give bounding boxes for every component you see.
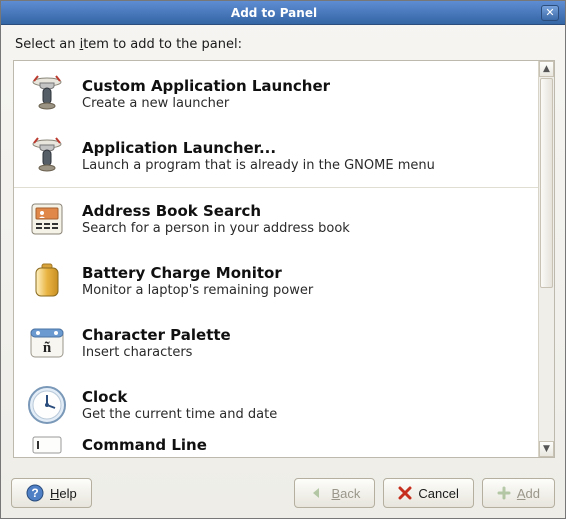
back-button: Back — [294, 478, 375, 508]
list-item[interactable]: ñ Character Palette Insert characters — [14, 312, 538, 374]
cancel-button[interactable]: Cancel — [383, 478, 473, 508]
add-to-panel-dialog: Add to Panel ✕ Select an item to add to … — [0, 0, 566, 519]
list-item[interactable]: Custom Application Launcher Create a new… — [14, 63, 538, 125]
add-button: Add — [482, 478, 555, 508]
item-title: Application Launcher... — [82, 139, 435, 157]
clock-icon — [24, 382, 70, 428]
vertical-scrollbar[interactable]: ▲ ▼ — [538, 61, 554, 457]
item-desc: Launch a program that is already in the … — [82, 158, 435, 173]
list-item[interactable]: Clock Get the current time and date — [14, 374, 538, 436]
item-desc: Insert characters — [82, 345, 231, 360]
item-title: Character Palette — [82, 326, 231, 344]
list-item[interactable]: Command Line — [14, 436, 538, 457]
dialog-body: Select an item to add to the panel: Cust… — [1, 25, 565, 468]
svg-text:ñ: ñ — [43, 340, 52, 356]
cancel-icon — [398, 486, 412, 500]
launcher-icon — [24, 133, 70, 179]
window-close-button[interactable]: ✕ — [541, 5, 559, 21]
applet-list[interactable]: Custom Application Launcher Create a new… — [14, 61, 538, 457]
item-desc: Create a new launcher — [82, 96, 330, 111]
item-title: Command Line — [82, 436, 207, 454]
help-icon: ? — [26, 484, 44, 502]
character-palette-icon: ñ — [24, 320, 70, 366]
titlebar: Add to Panel ✕ — [1, 1, 565, 25]
dialog-footer: ? Help Back Cancel Add — [1, 468, 565, 518]
item-title: Address Book Search — [82, 202, 350, 220]
list-item[interactable]: Battery Charge Monitor Monitor a laptop'… — [14, 250, 538, 312]
window-title: Add to Panel — [7, 6, 541, 20]
item-title: Custom Application Launcher — [82, 77, 330, 95]
item-title: Battery Charge Monitor — [82, 264, 313, 282]
prompt-label: Select an item to add to the panel: — [15, 37, 555, 52]
help-button[interactable]: ? Help — [11, 478, 92, 508]
scroll-down-button[interactable]: ▼ — [539, 441, 554, 457]
terminal-icon — [24, 436, 70, 457]
address-book-icon — [24, 196, 70, 242]
launcher-icon — [24, 71, 70, 117]
add-icon — [497, 486, 511, 500]
applet-list-container: Custom Application Launcher Create a new… — [13, 60, 555, 458]
item-desc: Monitor a laptop's remaining power — [82, 283, 313, 298]
item-desc: Get the current time and date — [82, 407, 277, 422]
svg-text:?: ? — [31, 486, 38, 500]
list-item[interactable]: Application Launcher... Launch a program… — [14, 125, 538, 187]
scroll-up-button[interactable]: ▲ — [539, 61, 554, 77]
scroll-thumb[interactable] — [540, 78, 553, 288]
back-icon — [309, 485, 325, 501]
item-desc: Search for a person in your address book — [82, 221, 350, 236]
item-title: Clock — [82, 388, 277, 406]
battery-icon — [24, 258, 70, 304]
close-icon: ✕ — [545, 7, 554, 18]
list-item[interactable]: Address Book Search Search for a person … — [14, 188, 538, 250]
